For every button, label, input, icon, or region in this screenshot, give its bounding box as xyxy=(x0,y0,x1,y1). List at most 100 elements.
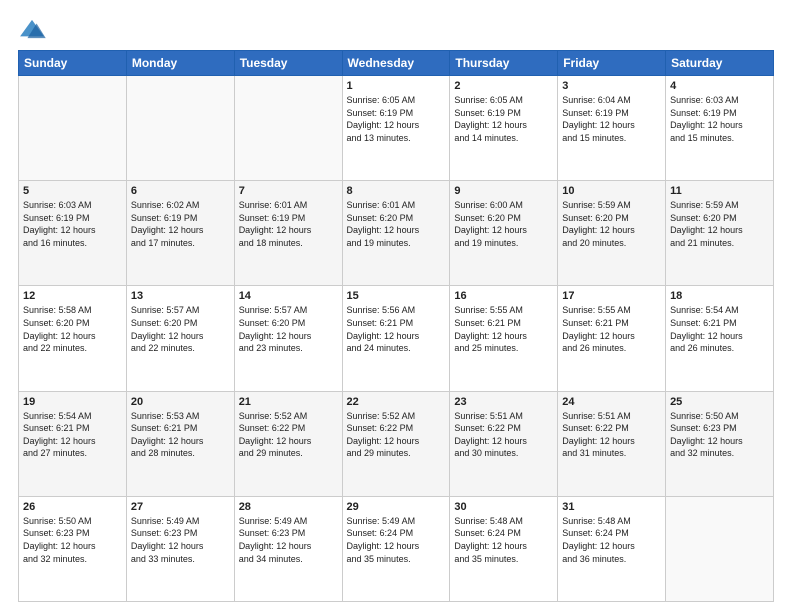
calendar-cell: 19 Sunrise: 5:54 AM Sunset: 6:21 PM Dayli… xyxy=(19,391,127,496)
calendar-cell: 3 Sunrise: 6:04 AM Sunset: 6:19 PM Daylig… xyxy=(558,76,666,181)
day-number: 9 xyxy=(454,185,553,197)
day-info: Sunrise: 5:56 AM Sunset: 6:21 PM Dayligh… xyxy=(347,304,446,354)
calendar-cell: 27 Sunrise: 5:49 AM Sunset: 6:23 PM Dayli… xyxy=(126,496,234,601)
day-header-thursday: Thursday xyxy=(450,51,558,76)
day-info: Sunrise: 5:54 AM Sunset: 6:21 PM Dayligh… xyxy=(23,410,122,460)
calendar-cell: 24 Sunrise: 5:51 AM Sunset: 6:22 PM Dayli… xyxy=(558,391,666,496)
calendar-cell: 1 Sunrise: 6:05 AM Sunset: 6:19 PM Daylig… xyxy=(342,76,450,181)
day-header-monday: Monday xyxy=(126,51,234,76)
calendar-header-row: SundayMondayTuesdayWednesdayThursdayFrid… xyxy=(19,51,774,76)
day-info: Sunrise: 6:05 AM Sunset: 6:19 PM Dayligh… xyxy=(347,94,446,144)
day-number: 30 xyxy=(454,501,553,513)
day-header-tuesday: Tuesday xyxy=(234,51,342,76)
day-number: 19 xyxy=(23,396,122,408)
day-info: Sunrise: 6:01 AM Sunset: 6:19 PM Dayligh… xyxy=(239,199,338,249)
day-number: 12 xyxy=(23,290,122,302)
day-number: 24 xyxy=(562,396,661,408)
day-number: 21 xyxy=(239,396,338,408)
day-info: Sunrise: 6:04 AM Sunset: 6:19 PM Dayligh… xyxy=(562,94,661,144)
day-info: Sunrise: 5:53 AM Sunset: 6:21 PM Dayligh… xyxy=(131,410,230,460)
calendar-cell: 23 Sunrise: 5:51 AM Sunset: 6:22 PM Dayli… xyxy=(450,391,558,496)
day-number: 18 xyxy=(670,290,769,302)
day-info: Sunrise: 5:57 AM Sunset: 6:20 PM Dayligh… xyxy=(131,304,230,354)
day-info: Sunrise: 5:49 AM Sunset: 6:23 PM Dayligh… xyxy=(239,515,338,565)
day-info: Sunrise: 5:52 AM Sunset: 6:22 PM Dayligh… xyxy=(347,410,446,460)
calendar-cell: 18 Sunrise: 5:54 AM Sunset: 6:21 PM Dayli… xyxy=(666,286,774,391)
calendar-cell xyxy=(666,496,774,601)
day-info: Sunrise: 5:52 AM Sunset: 6:22 PM Dayligh… xyxy=(239,410,338,460)
calendar-cell: 22 Sunrise: 5:52 AM Sunset: 6:22 PM Dayli… xyxy=(342,391,450,496)
day-info: Sunrise: 5:59 AM Sunset: 6:20 PM Dayligh… xyxy=(670,199,769,249)
day-info: Sunrise: 5:57 AM Sunset: 6:20 PM Dayligh… xyxy=(239,304,338,354)
day-info: Sunrise: 5:48 AM Sunset: 6:24 PM Dayligh… xyxy=(562,515,661,565)
day-number: 20 xyxy=(131,396,230,408)
calendar-cell: 5Sunrise: 6:03 AM Sunset: 6:19 PM Daylig… xyxy=(19,181,127,286)
calendar-cell: 28 Sunrise: 5:49 AM Sunset: 6:23 PM Dayli… xyxy=(234,496,342,601)
day-info: Sunrise: 5:51 AM Sunset: 6:22 PM Dayligh… xyxy=(562,410,661,460)
day-number: 14 xyxy=(239,290,338,302)
header xyxy=(18,18,774,40)
day-header-saturday: Saturday xyxy=(666,51,774,76)
day-number: 27 xyxy=(131,501,230,513)
day-header-wednesday: Wednesday xyxy=(342,51,450,76)
calendar-cell: 13 Sunrise: 5:57 AM Sunset: 6:20 PM Dayli… xyxy=(126,286,234,391)
day-number: 26 xyxy=(23,501,122,513)
day-number: 22 xyxy=(347,396,446,408)
day-number: 28 xyxy=(239,501,338,513)
calendar-cell: 9 Sunrise: 6:00 AM Sunset: 6:20 PM Daylig… xyxy=(450,181,558,286)
day-info: Sunrise: 6:03 AM Sunset: 6:19 PM Dayligh… xyxy=(670,94,769,144)
day-number: 8 xyxy=(347,185,446,197)
day-number: 25 xyxy=(670,396,769,408)
calendar-cell: 10 Sunrise: 5:59 AM Sunset: 6:20 PM Dayli… xyxy=(558,181,666,286)
calendar-cell xyxy=(234,76,342,181)
day-number: 17 xyxy=(562,290,661,302)
calendar-week-2: 5Sunrise: 6:03 AM Sunset: 6:19 PM Daylig… xyxy=(19,181,774,286)
day-info: Sunrise: 5:59 AM Sunset: 6:20 PM Dayligh… xyxy=(562,199,661,249)
day-info: Sunrise: 5:50 AM Sunset: 6:23 PM Dayligh… xyxy=(23,515,122,565)
day-info: Sunrise: 5:54 AM Sunset: 6:21 PM Dayligh… xyxy=(670,304,769,354)
day-number: 29 xyxy=(347,501,446,513)
day-number: 13 xyxy=(131,290,230,302)
day-info: Sunrise: 5:49 AM Sunset: 6:24 PM Dayligh… xyxy=(347,515,446,565)
page: SundayMondayTuesdayWednesdayThursdayFrid… xyxy=(0,0,792,612)
calendar-cell: 16 Sunrise: 5:55 AM Sunset: 6:21 PM Dayli… xyxy=(450,286,558,391)
calendar-cell: 30 Sunrise: 5:48 AM Sunset: 6:24 PM Dayli… xyxy=(450,496,558,601)
day-info: Sunrise: 5:48 AM Sunset: 6:24 PM Dayligh… xyxy=(454,515,553,565)
logo-icon xyxy=(18,18,46,40)
day-number: 1 xyxy=(347,80,446,92)
day-number: 3 xyxy=(562,80,661,92)
calendar-cell: 25 Sunrise: 5:50 AM Sunset: 6:23 PM Dayli… xyxy=(666,391,774,496)
calendar-cell: 14 Sunrise: 5:57 AM Sunset: 6:20 PM Dayli… xyxy=(234,286,342,391)
calendar-cell: 31Sunrise: 5:48 AM Sunset: 6:24 PM Dayli… xyxy=(558,496,666,601)
calendar-cell: 4 Sunrise: 6:03 AM Sunset: 6:19 PM Daylig… xyxy=(666,76,774,181)
day-info: Sunrise: 5:58 AM Sunset: 6:20 PM Dayligh… xyxy=(23,304,122,354)
calendar-cell xyxy=(19,76,127,181)
logo xyxy=(18,18,50,40)
calendar-week-1: 1 Sunrise: 6:05 AM Sunset: 6:19 PM Daylig… xyxy=(19,76,774,181)
day-number: 4 xyxy=(670,80,769,92)
day-info: Sunrise: 5:55 AM Sunset: 6:21 PM Dayligh… xyxy=(454,304,553,354)
day-info: Sunrise: 6:00 AM Sunset: 6:20 PM Dayligh… xyxy=(454,199,553,249)
calendar-cell: 11 Sunrise: 5:59 AM Sunset: 6:20 PM Dayli… xyxy=(666,181,774,286)
day-info: Sunrise: 5:50 AM Sunset: 6:23 PM Dayligh… xyxy=(670,410,769,460)
calendar-week-4: 19 Sunrise: 5:54 AM Sunset: 6:21 PM Dayli… xyxy=(19,391,774,496)
day-header-sunday: Sunday xyxy=(19,51,127,76)
calendar-week-3: 12 Sunrise: 5:58 AM Sunset: 6:20 PM Dayli… xyxy=(19,286,774,391)
day-number: 6 xyxy=(131,185,230,197)
day-number: 23 xyxy=(454,396,553,408)
calendar-week-5: 26 Sunrise: 5:50 AM Sunset: 6:23 PM Dayli… xyxy=(19,496,774,601)
day-number: 15 xyxy=(347,290,446,302)
day-info: Sunrise: 5:51 AM Sunset: 6:22 PM Dayligh… xyxy=(454,410,553,460)
day-header-friday: Friday xyxy=(558,51,666,76)
calendar-cell: 15 Sunrise: 5:56 AM Sunset: 6:21 PM Dayli… xyxy=(342,286,450,391)
day-info: Sunrise: 6:02 AM Sunset: 6:19 PM Dayligh… xyxy=(131,199,230,249)
calendar-cell xyxy=(126,76,234,181)
day-number: 2 xyxy=(454,80,553,92)
day-number: 16 xyxy=(454,290,553,302)
calendar-cell: 20 Sunrise: 5:53 AM Sunset: 6:21 PM Dayli… xyxy=(126,391,234,496)
day-number: 11 xyxy=(670,185,769,197)
day-info: Sunrise: 6:03 AM Sunset: 6:19 PM Dayligh… xyxy=(23,199,122,249)
day-number: 10 xyxy=(562,185,661,197)
day-info: Sunrise: 5:49 AM Sunset: 6:23 PM Dayligh… xyxy=(131,515,230,565)
calendar-cell: 29 Sunrise: 5:49 AM Sunset: 6:24 PM Dayli… xyxy=(342,496,450,601)
